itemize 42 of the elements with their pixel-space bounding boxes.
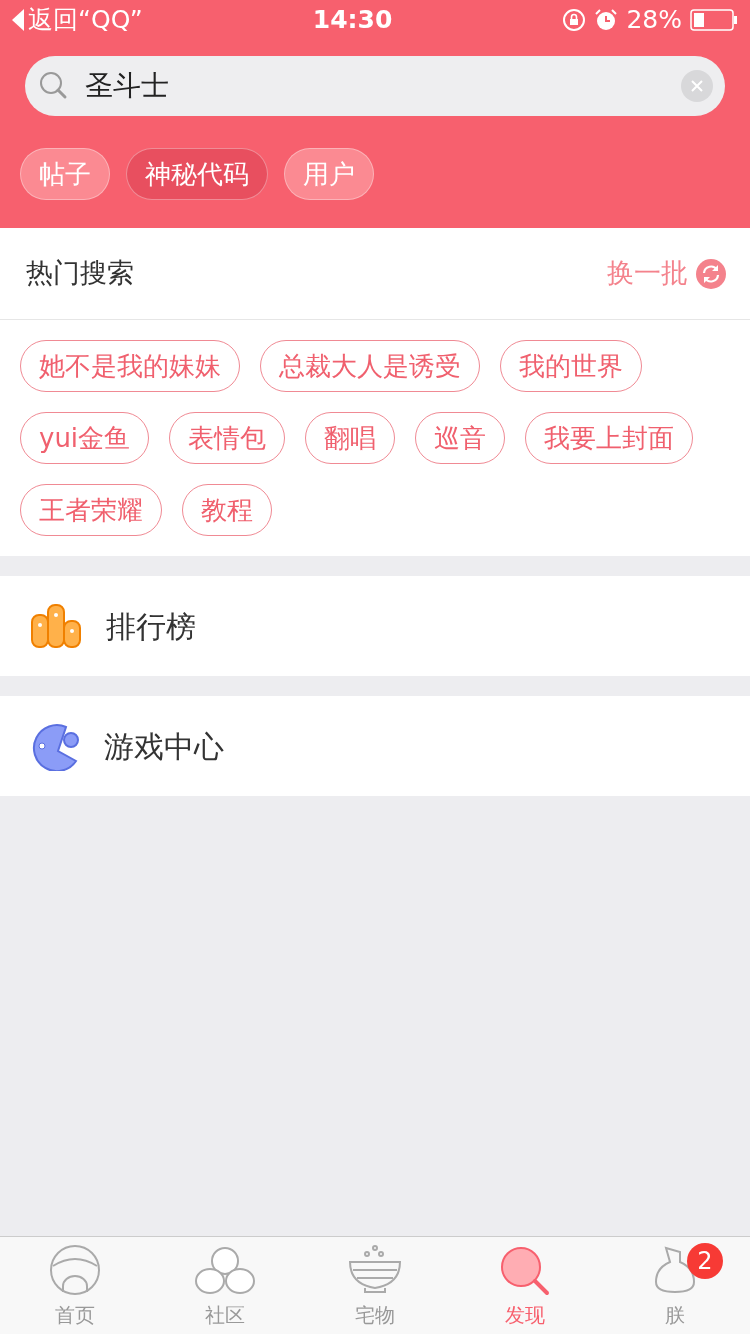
clear-icon[interactable] (681, 70, 713, 102)
battery-percent: 28% (626, 4, 682, 37)
battery-icon (690, 9, 738, 31)
rotation-lock-icon (562, 8, 587, 32)
bowl-icon (347, 1244, 403, 1296)
back-icon[interactable] (12, 9, 24, 31)
tab-bar-item[interactable]: 朕 2 (600, 1237, 750, 1334)
vase-icon (652, 1244, 698, 1296)
search-tag[interactable]: 教程 (182, 484, 272, 536)
search-tag[interactable]: 巡音 (415, 412, 506, 464)
filter-tab[interactable]: 帖子 (20, 148, 110, 200)
search-tag[interactable]: 我的世界 (500, 340, 642, 392)
buns-icon (194, 1246, 256, 1296)
search-tag[interactable]: 王者荣耀 (20, 484, 162, 536)
search-field[interactable]: 圣斗士 (25, 56, 725, 116)
filter-tab[interactable]: 用户 (284, 148, 374, 200)
podium-icon (30, 603, 82, 649)
search-text: 圣斗士 (85, 68, 170, 104)
search-tag[interactable]: 我要上封面 (525, 412, 694, 464)
clock-time: 14:30 (312, 4, 393, 37)
ball-icon (49, 1244, 101, 1296)
tab-bar-item[interactable]: 首页 (0, 1237, 150, 1334)
tab-bar-item[interactable]: 发现 (450, 1237, 600, 1334)
magnifier-icon (500, 1246, 550, 1296)
search-tag[interactable]: 翻唱 (305, 412, 396, 464)
section-title: 热门搜索 (26, 256, 134, 291)
tab-bar-item[interactable]: 宅物 (300, 1237, 450, 1334)
list-row[interactable]: 游戏中心 (0, 696, 750, 796)
alarm-icon (594, 8, 619, 32)
search-icon (39, 71, 69, 101)
tab-bar-item[interactable]: 社区 (150, 1237, 300, 1334)
search-tag[interactable]: 她不是我的妹妹 (20, 340, 240, 392)
refresh-link[interactable]: 换一批 (607, 253, 688, 294)
search-tag[interactable]: 表情包 (169, 412, 286, 464)
refresh-icon[interactable] (696, 258, 726, 289)
filter-tab[interactable]: 神秘代码 (126, 148, 268, 200)
badge-count: 2 (687, 1243, 723, 1279)
search-tag[interactable]: 总裁大人是诱受 (260, 340, 480, 392)
list-row[interactable]: 排行榜 (0, 576, 750, 676)
pacman-icon (30, 721, 80, 771)
search-tag[interactable]: yui金鱼 (20, 412, 150, 464)
back-link[interactable]: 返回“QQ” (28, 1, 143, 39)
